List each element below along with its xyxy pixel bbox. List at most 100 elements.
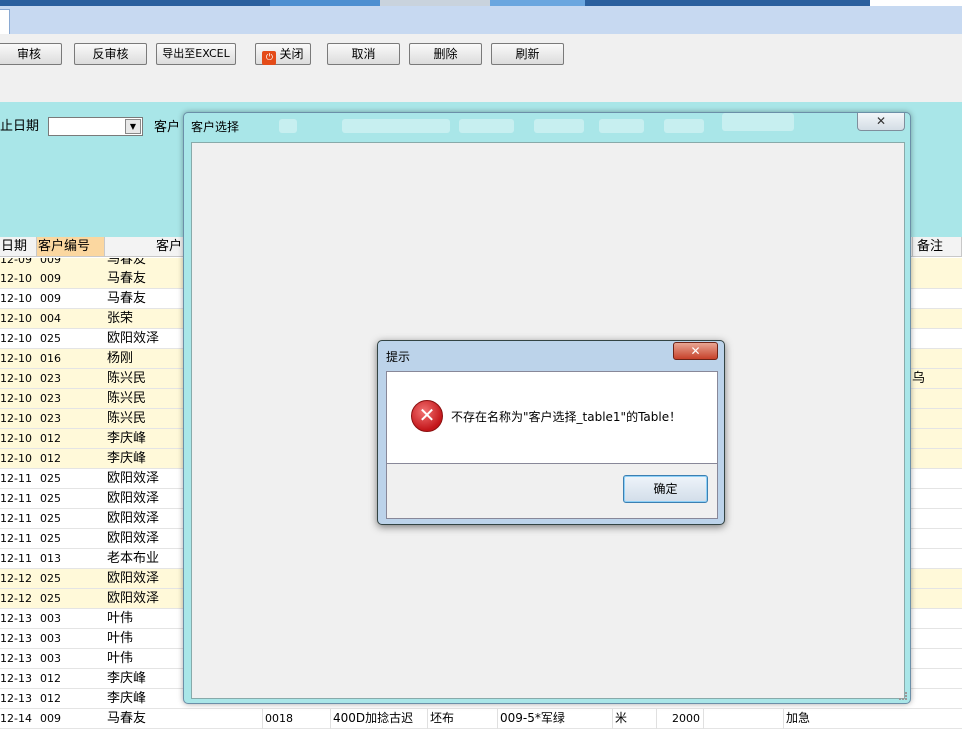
cell-code: 025 [40, 572, 61, 585]
cell-code: 003 [40, 632, 61, 645]
cell-code: 004 [40, 312, 61, 325]
cell-code: 012 [40, 692, 61, 705]
column-header-remark[interactable]: 备注 [912, 237, 962, 257]
delete-label: 删除 [433, 47, 458, 61]
cell-date: 12-13 [0, 612, 32, 625]
cell-code: 025 [40, 332, 61, 345]
cell-date: 12-10 [0, 412, 32, 425]
cell-code: 009 [40, 272, 61, 285]
dialog-title: 提示 [386, 350, 411, 364]
column-header-date[interactable]: 日期 [0, 237, 37, 257]
end-date-label: 止日期 [0, 119, 40, 134]
cell-remark: 乌 [912, 371, 926, 386]
column-divider [427, 709, 428, 729]
dialog-message: 不存在名称为"客户选择_table1"的Table！ [451, 410, 682, 424]
cell-date: 12-11 [0, 512, 32, 525]
table-row[interactable]: 12-14 009 马春友 0018 400D加捻古迟 坯布 009-5*军绿 米 2000 加急 [0, 709, 962, 729]
dialog-footer: 确定 [386, 464, 718, 519]
cell-date: 12-10 [0, 392, 32, 405]
ghost-control [279, 119, 297, 133]
unaudit-button[interactable]: 反审核 [74, 43, 147, 65]
cancel-label: 取消 [351, 47, 376, 61]
cell-name: 张荣 [107, 311, 134, 326]
column-divider [783, 709, 784, 729]
cell-code: 009 [40, 712, 61, 725]
cell-date: 12-10 [0, 372, 32, 385]
close-label: 关闭 [279, 47, 304, 61]
ghost-control [342, 119, 450, 133]
cell-name: 欧阳效泽 [107, 591, 160, 606]
cell-remark: 加急 [786, 711, 811, 725]
cell-code: 016 [40, 352, 61, 365]
cell-code: 009 [40, 292, 61, 305]
cell-name: 马春友 [107, 711, 147, 726]
resize-grip[interactable] [899, 692, 907, 700]
cell-name: 欧阳效泽 [107, 331, 160, 346]
cell-code: 023 [40, 372, 61, 385]
cell-name: 叶伟 [107, 631, 134, 646]
cell-name: 欧阳效泽 [107, 531, 160, 546]
close-icon[interactable]: ✕ [857, 113, 905, 131]
column-divider [656, 709, 657, 729]
cell-date: 12-11 [0, 552, 32, 565]
delete-button[interactable]: 删除 [409, 43, 482, 65]
refresh-label: 刷新 [515, 47, 540, 61]
dialog-body: ✕ 不存在名称为"客户选择_table1"的Table！ [386, 371, 718, 464]
column-divider [703, 709, 704, 729]
audit-button[interactable]: 审核 [0, 43, 62, 65]
cell-code: 012 [40, 432, 61, 445]
cell-date: 12-13 [0, 652, 32, 665]
cell-order-no: 0018 [265, 712, 293, 725]
cell-name: 李庆峰 [107, 431, 147, 446]
cell-color: 009-5*军绿 [500, 711, 565, 725]
cell-code: 025 [40, 492, 61, 505]
refresh-button[interactable]: 刷新 [491, 43, 564, 65]
cell-name: 欧阳效泽 [107, 571, 160, 586]
cell-code: 012 [40, 452, 61, 465]
cell-name: 李庆峰 [107, 671, 147, 686]
window-title: 客户选择 [191, 120, 240, 134]
customer-label: 客户 [154, 120, 181, 135]
cell-product: 400D加捻古迟 [333, 711, 414, 725]
ok-button[interactable]: 确定 [623, 475, 708, 503]
column-header-customer[interactable]: 客户 [105, 237, 185, 257]
cell-date: 12-10 [0, 352, 32, 365]
ghost-control [599, 119, 644, 133]
cell-date: 12-10 [0, 432, 32, 445]
power-icon: ⏻ [262, 51, 277, 65]
cell-date: 12-10 [0, 312, 32, 325]
cell-date: 12-12 [0, 572, 32, 585]
cell-code: 023 [40, 392, 61, 405]
cell-date: 12-10 [0, 452, 32, 465]
cell-name: 李庆峰 [107, 691, 147, 706]
ghost-control [664, 119, 704, 133]
cell-code: 025 [40, 512, 61, 525]
ghost-control [459, 119, 514, 133]
close-button[interactable]: ⏻ 关闭 [255, 43, 311, 65]
cell-code: 003 [40, 652, 61, 665]
chevron-down-icon[interactable]: ▼ [125, 119, 141, 134]
cell-name: 马春友 [107, 291, 147, 306]
cell-date: 12-13 [0, 692, 32, 705]
cell-name: 叶伟 [107, 651, 134, 666]
column-header-customer-code[interactable]: 客户编号 [37, 237, 105, 257]
unaudit-label: 反审核 [92, 47, 129, 61]
cell-name: 欧阳效泽 [107, 511, 160, 526]
cell-date: 12-10 [0, 332, 32, 345]
document-tab-strip [0, 6, 962, 34]
ghost-button [722, 113, 794, 131]
close-icon[interactable]: ✕ [673, 342, 718, 360]
cell-code: 013 [40, 552, 61, 565]
cancel-button[interactable]: 取消 [327, 43, 400, 65]
end-date-combo[interactable]: ▼ [48, 117, 143, 136]
message-dialog: 提示 ✕ ✕ 不存在名称为"客户选择_table1"的Table！ 确定 [377, 340, 725, 525]
export-excel-button[interactable]: 导出至EXCEL [156, 43, 236, 65]
document-tab[interactable] [0, 9, 10, 34]
cell-code: 025 [40, 592, 61, 605]
audit-label: 审核 [16, 47, 41, 61]
cell-name: 老本布业 [107, 551, 160, 566]
cell-name: 陈兴民 [107, 391, 147, 406]
cell-code: 012 [40, 672, 61, 685]
cell-name: 陈兴民 [107, 371, 147, 386]
cell-code: 023 [40, 412, 61, 425]
